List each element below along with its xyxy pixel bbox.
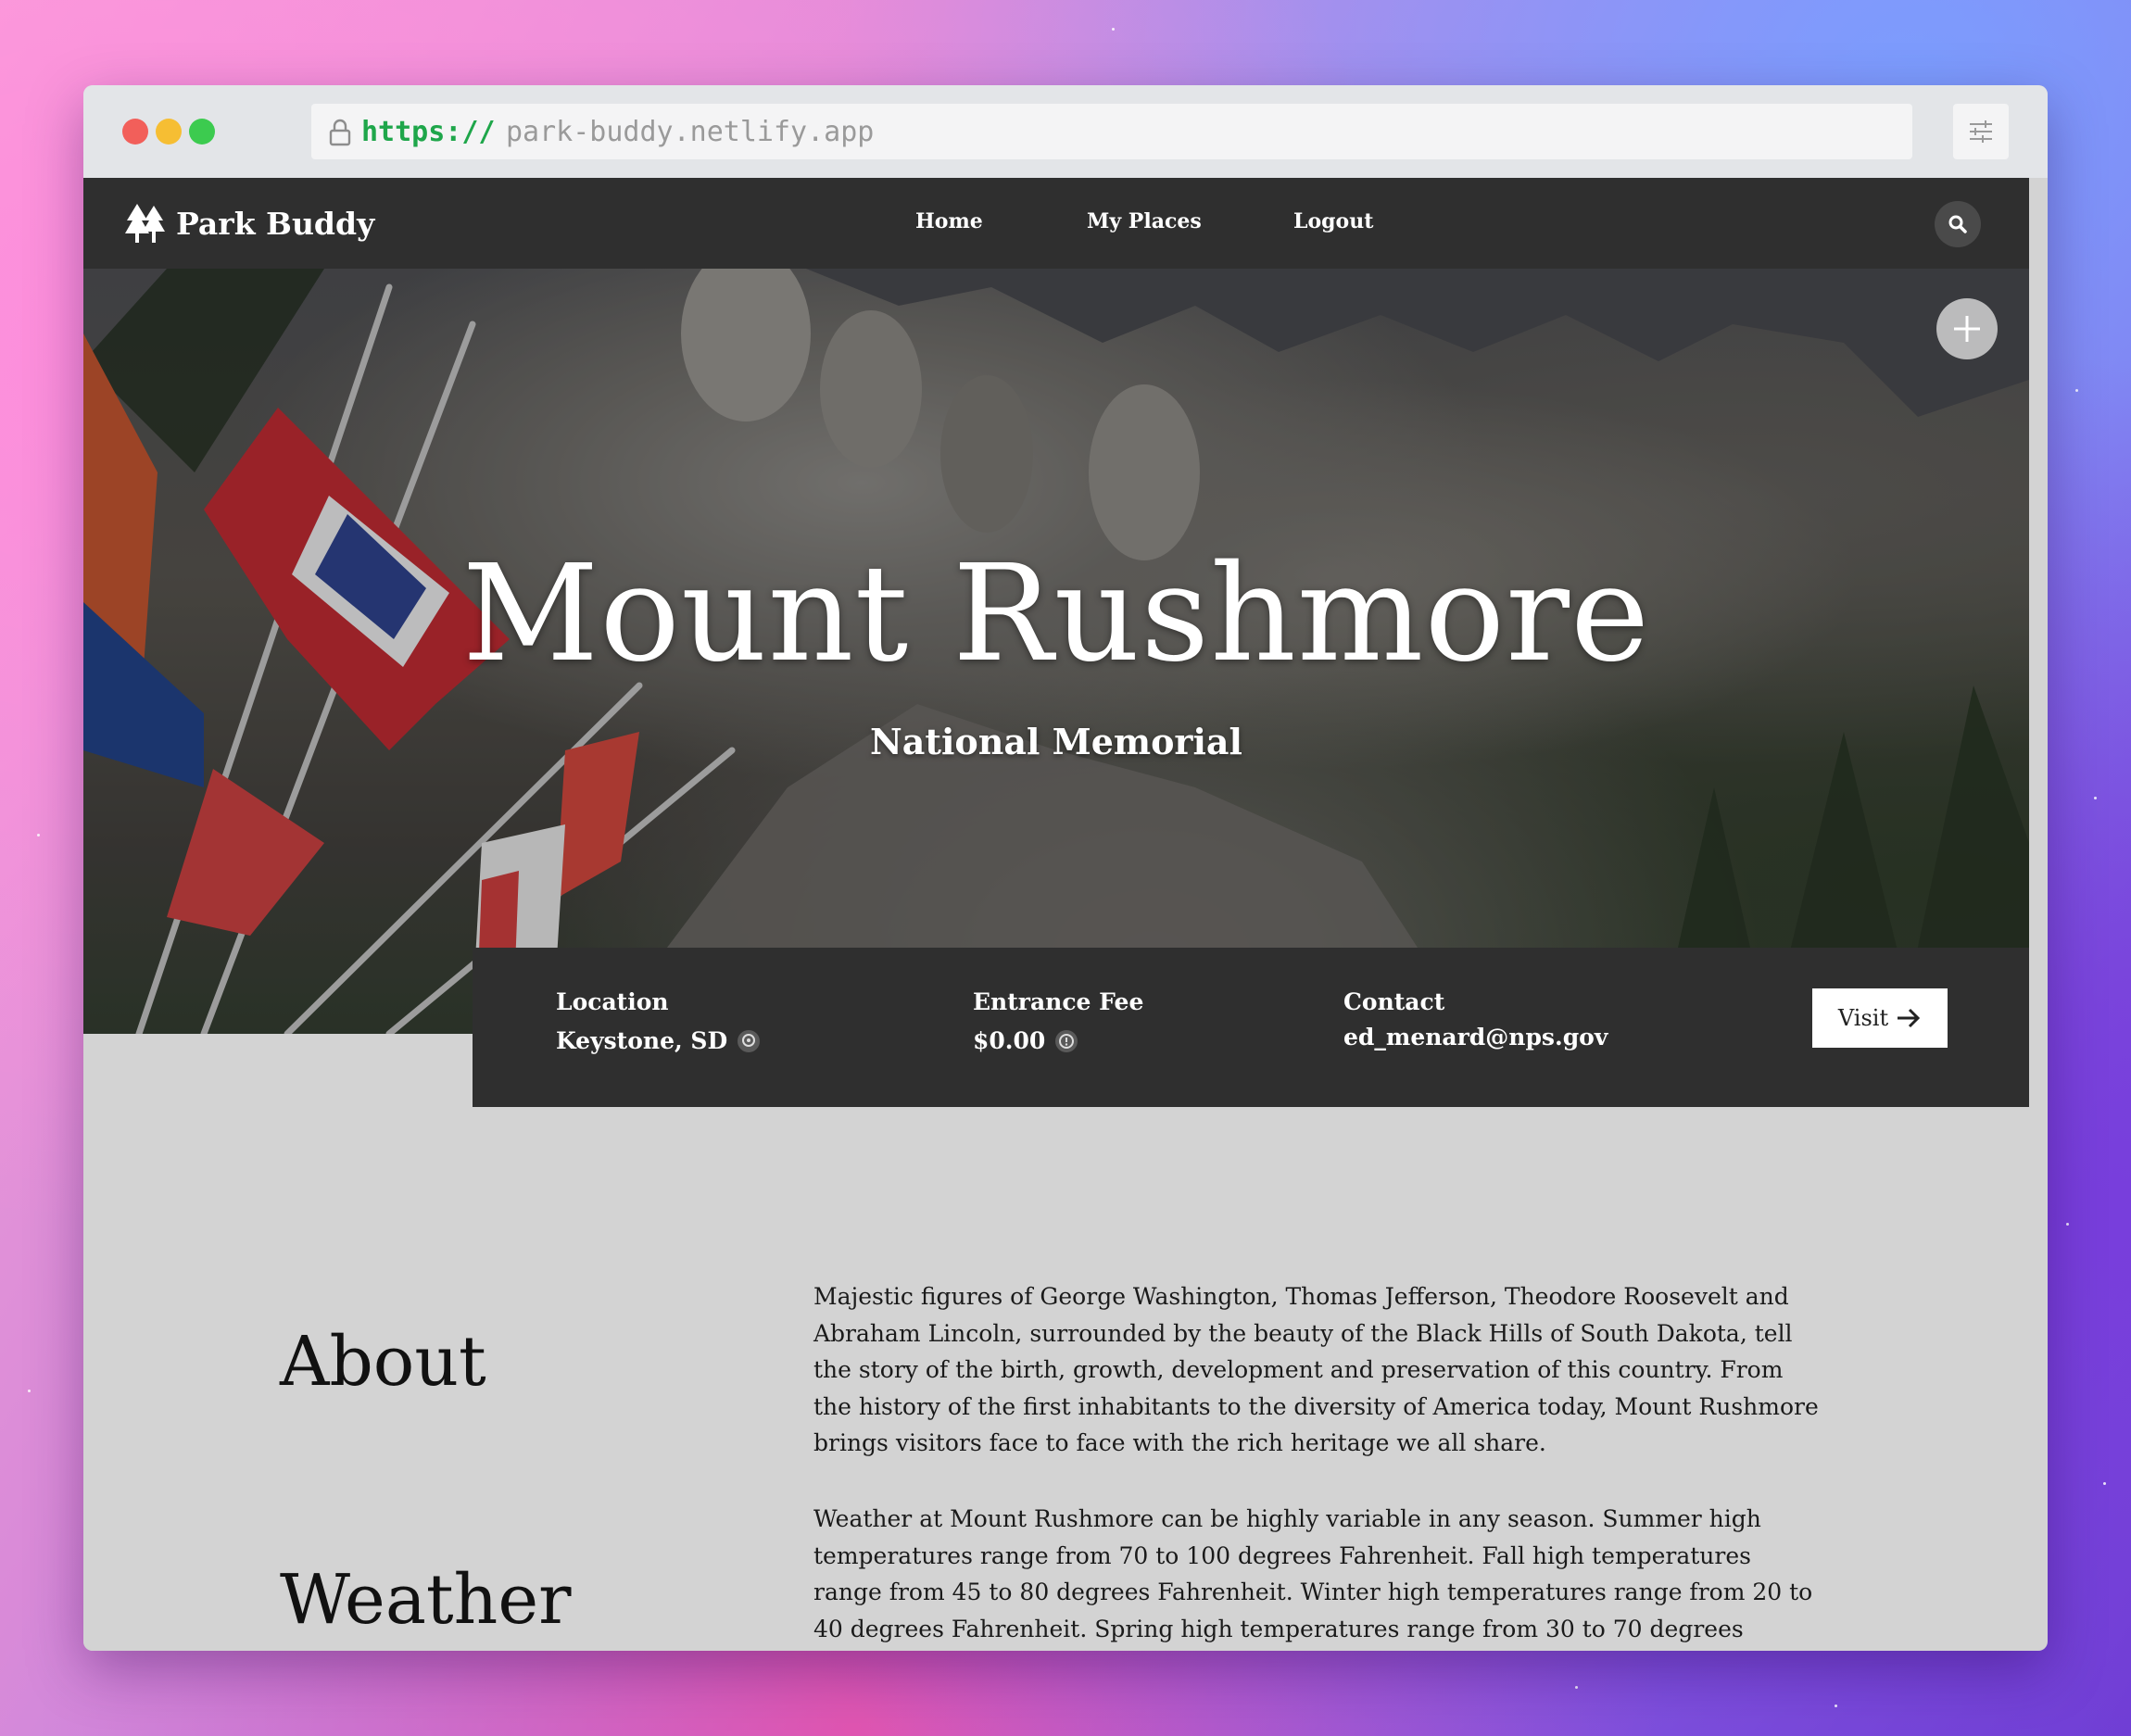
nav-logout[interactable]: Logout — [1293, 209, 1373, 233]
map-pin-icon[interactable] — [737, 1029, 761, 1053]
brand-logo[interactable]: Park Buddy — [124, 196, 374, 250]
entrance-fee-value: $0.00 — [973, 1027, 1046, 1054]
search-icon — [1948, 215, 1967, 233]
navbar: Park Buddy Home My Places Logout — [83, 178, 2029, 269]
park-designation: National Memorial — [870, 721, 1242, 762]
lock-icon — [329, 119, 351, 146]
visit-button[interactable]: Visit — [1812, 988, 1948, 1048]
url-host: park-buddy.netlify.app — [506, 115, 875, 148]
browser-menu-button[interactable] — [1953, 104, 2009, 159]
url-protocol: https:// — [361, 115, 496, 148]
nav-home[interactable]: Home — [915, 209, 983, 233]
add-place-button[interactable] — [1936, 298, 1998, 359]
location-row: Keystone, SD — [556, 1027, 761, 1054]
visit-button-label: Visit — [1837, 1005, 1889, 1031]
contact-label: Contact — [1343, 988, 1445, 1015]
sliders-icon — [1970, 120, 1992, 143]
location-label: Location — [556, 988, 669, 1015]
search-button[interactable] — [1935, 201, 1981, 247]
arrow-right-icon — [1898, 1008, 1921, 1028]
weather-text: Weather at Mount Rushmore can be highly … — [813, 1505, 1813, 1642]
app-viewport: Park Buddy Home My Places Logout Mount R… — [83, 178, 2029, 1651]
about-text: Majestic figures of George Washington, T… — [813, 1283, 1819, 1456]
nav-my-places[interactable]: My Places — [1087, 209, 1202, 233]
browser-window: https:// park-buddy.netlify.app Park Bud… — [83, 85, 2048, 1651]
park-info-bar: Location Keystone, SD Entrance Fee $0.00 — [473, 948, 2029, 1107]
maximize-window-button[interactable] — [189, 119, 215, 145]
minimize-window-button[interactable] — [156, 119, 182, 145]
plus-icon — [1954, 316, 1980, 342]
about-heading: About — [280, 1322, 486, 1402]
park-name: Mount Rushmore — [461, 535, 1651, 691]
info-icon[interactable] — [1054, 1029, 1078, 1053]
close-window-button[interactable] — [122, 119, 148, 145]
entrance-fee-row: $0.00 — [973, 1027, 1078, 1054]
brand-name: Park Buddy — [176, 205, 375, 242]
contact-email[interactable]: ed_menard@nps.gov — [1343, 1024, 1608, 1050]
hero-banner: Mount Rushmore National Memorial — [83, 269, 2029, 1034]
weather-heading: Weather — [280, 1560, 572, 1640]
browser-toolbar: https:// park-buddy.netlify.app — [83, 85, 2048, 178]
location-value: Keystone, SD — [556, 1027, 728, 1054]
entrance-fee-label: Entrance Fee — [973, 988, 1144, 1015]
address-bar[interactable]: https:// park-buddy.netlify.app — [311, 104, 1912, 159]
pine-trees-icon — [125, 204, 165, 243]
